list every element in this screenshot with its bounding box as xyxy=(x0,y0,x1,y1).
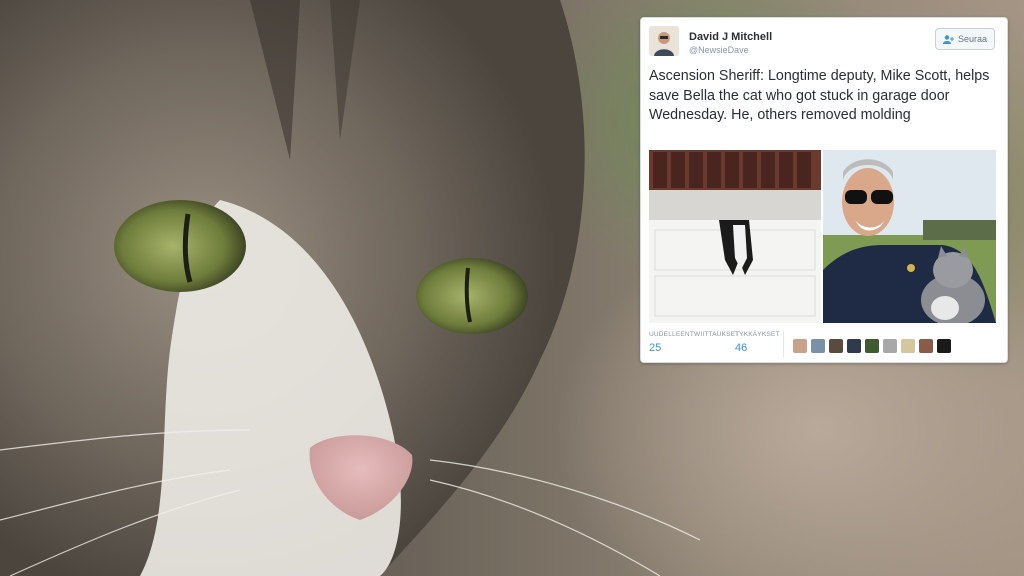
retweets-label: UUDELLEENTWIITTAUKSET xyxy=(649,331,740,338)
tweet-stats: UUDELLEENTWIITTAUKSET 25 TYKKÄYKSET 46 xyxy=(649,331,997,357)
author-name[interactable]: David J Mitchell xyxy=(689,31,772,43)
liker-avatar[interactable] xyxy=(847,339,861,353)
likes-stat[interactable]: TYKKÄYKSET 46 xyxy=(735,331,780,354)
media-photo-deputy-with-cat[interactable] xyxy=(823,150,996,323)
likers-avatars xyxy=(793,339,951,353)
tweet-text: Ascension Sheriff: Longtime deputy, Mike… xyxy=(649,68,990,123)
liker-avatar[interactable] xyxy=(919,339,933,353)
retweets-stat[interactable]: UUDELLEENTWIITTAUKSET 25 xyxy=(649,331,739,354)
liker-avatar[interactable] xyxy=(901,339,915,353)
liker-avatar[interactable] xyxy=(793,339,807,353)
tweet-card: David J Mitchell @NewsieDave Seuraa Asce… xyxy=(640,17,1008,363)
liker-avatar[interactable] xyxy=(811,339,825,353)
media-photo-garage-door[interactable] xyxy=(649,150,821,323)
follow-label: Seuraa xyxy=(957,34,988,44)
likes-count: 46 xyxy=(735,342,748,354)
author-handle[interactable]: @NewsieDave xyxy=(689,45,749,55)
liker-avatar[interactable] xyxy=(883,339,897,353)
liker-avatar[interactable] xyxy=(865,339,879,353)
retweets-count: 25 xyxy=(649,342,662,354)
liker-avatar[interactable] xyxy=(937,339,951,353)
liker-avatar[interactable] xyxy=(829,339,843,353)
likes-label: TYKKÄYKSET xyxy=(735,331,780,338)
avatar[interactable] xyxy=(649,26,679,56)
stats-divider xyxy=(783,331,784,357)
tweet-media xyxy=(649,150,996,323)
tweet-header: David J Mitchell @NewsieDave Seuraa xyxy=(649,26,997,60)
follow-button[interactable]: Seuraa xyxy=(935,28,995,50)
follow-user-icon xyxy=(942,34,954,44)
